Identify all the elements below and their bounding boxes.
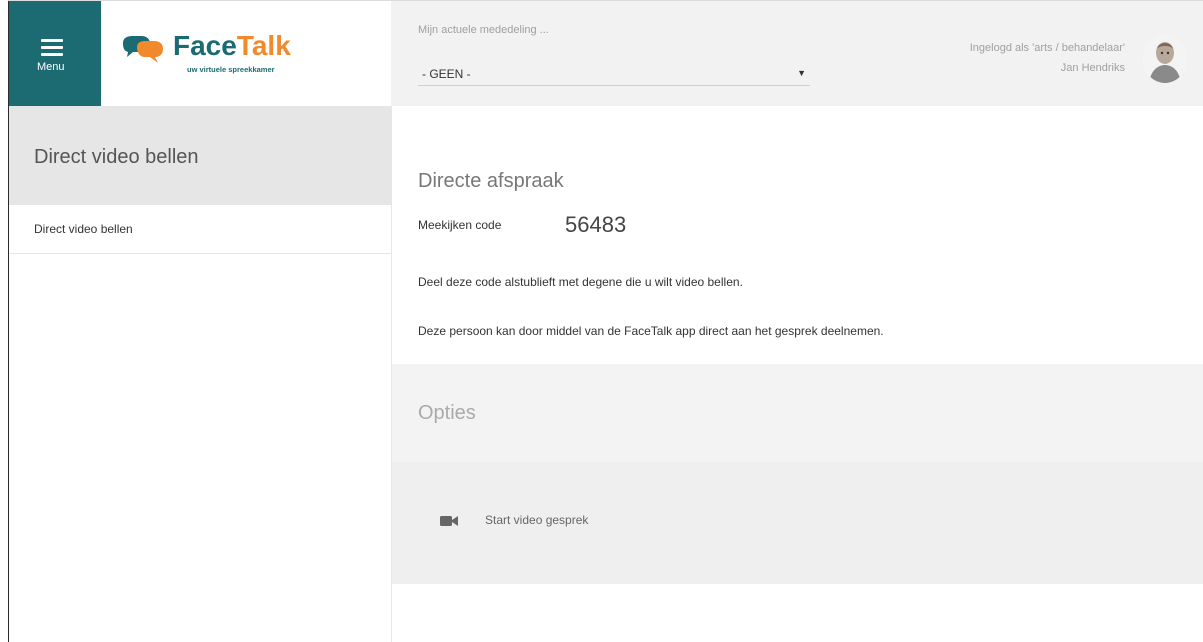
sidebar-item-direct-video-bellen[interactable]: Direct video bellen [9,205,391,254]
user-role: Ingelogd als 'arts / behandelaar' [969,42,1125,54]
menu-button[interactable]: Menu [9,1,101,106]
hamburger-menu-icon [41,39,63,57]
sidebar-item-label: Direct video bellen [34,222,133,236]
options-title: Opties [418,402,476,424]
app-window: Menu FaceTalk uw virtuele spreekkamer Mi… [0,0,1203,642]
logo-wordmark: FaceTalk [173,30,291,61]
announcement-label: Mijn actuele mededeling ... [418,24,549,36]
announcement-selected-value: - GEEN - [422,67,471,81]
app-join-instruction: Deze persoon kan door middel van de Face… [418,324,884,338]
menu-label: Menu [37,61,65,73]
start-video-button[interactable]: Start video gesprek [392,462,1203,584]
start-video-label: Start video gesprek [485,513,589,527]
main-content: Directe afspraak Meekijken code 56483 De… [392,106,1203,642]
page-title: Directe afspraak [418,170,564,192]
chevron-down-icon: ▼ [797,68,806,78]
sidebar-header: Direct video bellen [9,106,391,205]
logo[interactable]: FaceTalk uw virtuele spreekkamer [101,1,391,106]
code-label: Meekijken code [418,218,502,232]
avatar-photo-icon [1143,35,1187,83]
sidebar: Direct video bellen Direct video bellen [9,106,392,642]
options-section: Opties Start video gesprek [392,364,1203,584]
avatar[interactable] [1143,35,1187,83]
user-name: Jan Hendriks [1060,62,1125,74]
code-value: 56483 [565,212,627,237]
announcement-select[interactable]: - GEEN - ▼ [418,64,810,86]
facetalk-logo-icon [123,36,163,63]
sidebar-title: Direct video bellen [34,146,199,168]
share-code-instruction: Deel deze code alstublieft met degene di… [418,275,743,289]
video-camera-icon [440,516,458,526]
logo-tagline: uw virtuele spreekkamer [187,65,275,74]
